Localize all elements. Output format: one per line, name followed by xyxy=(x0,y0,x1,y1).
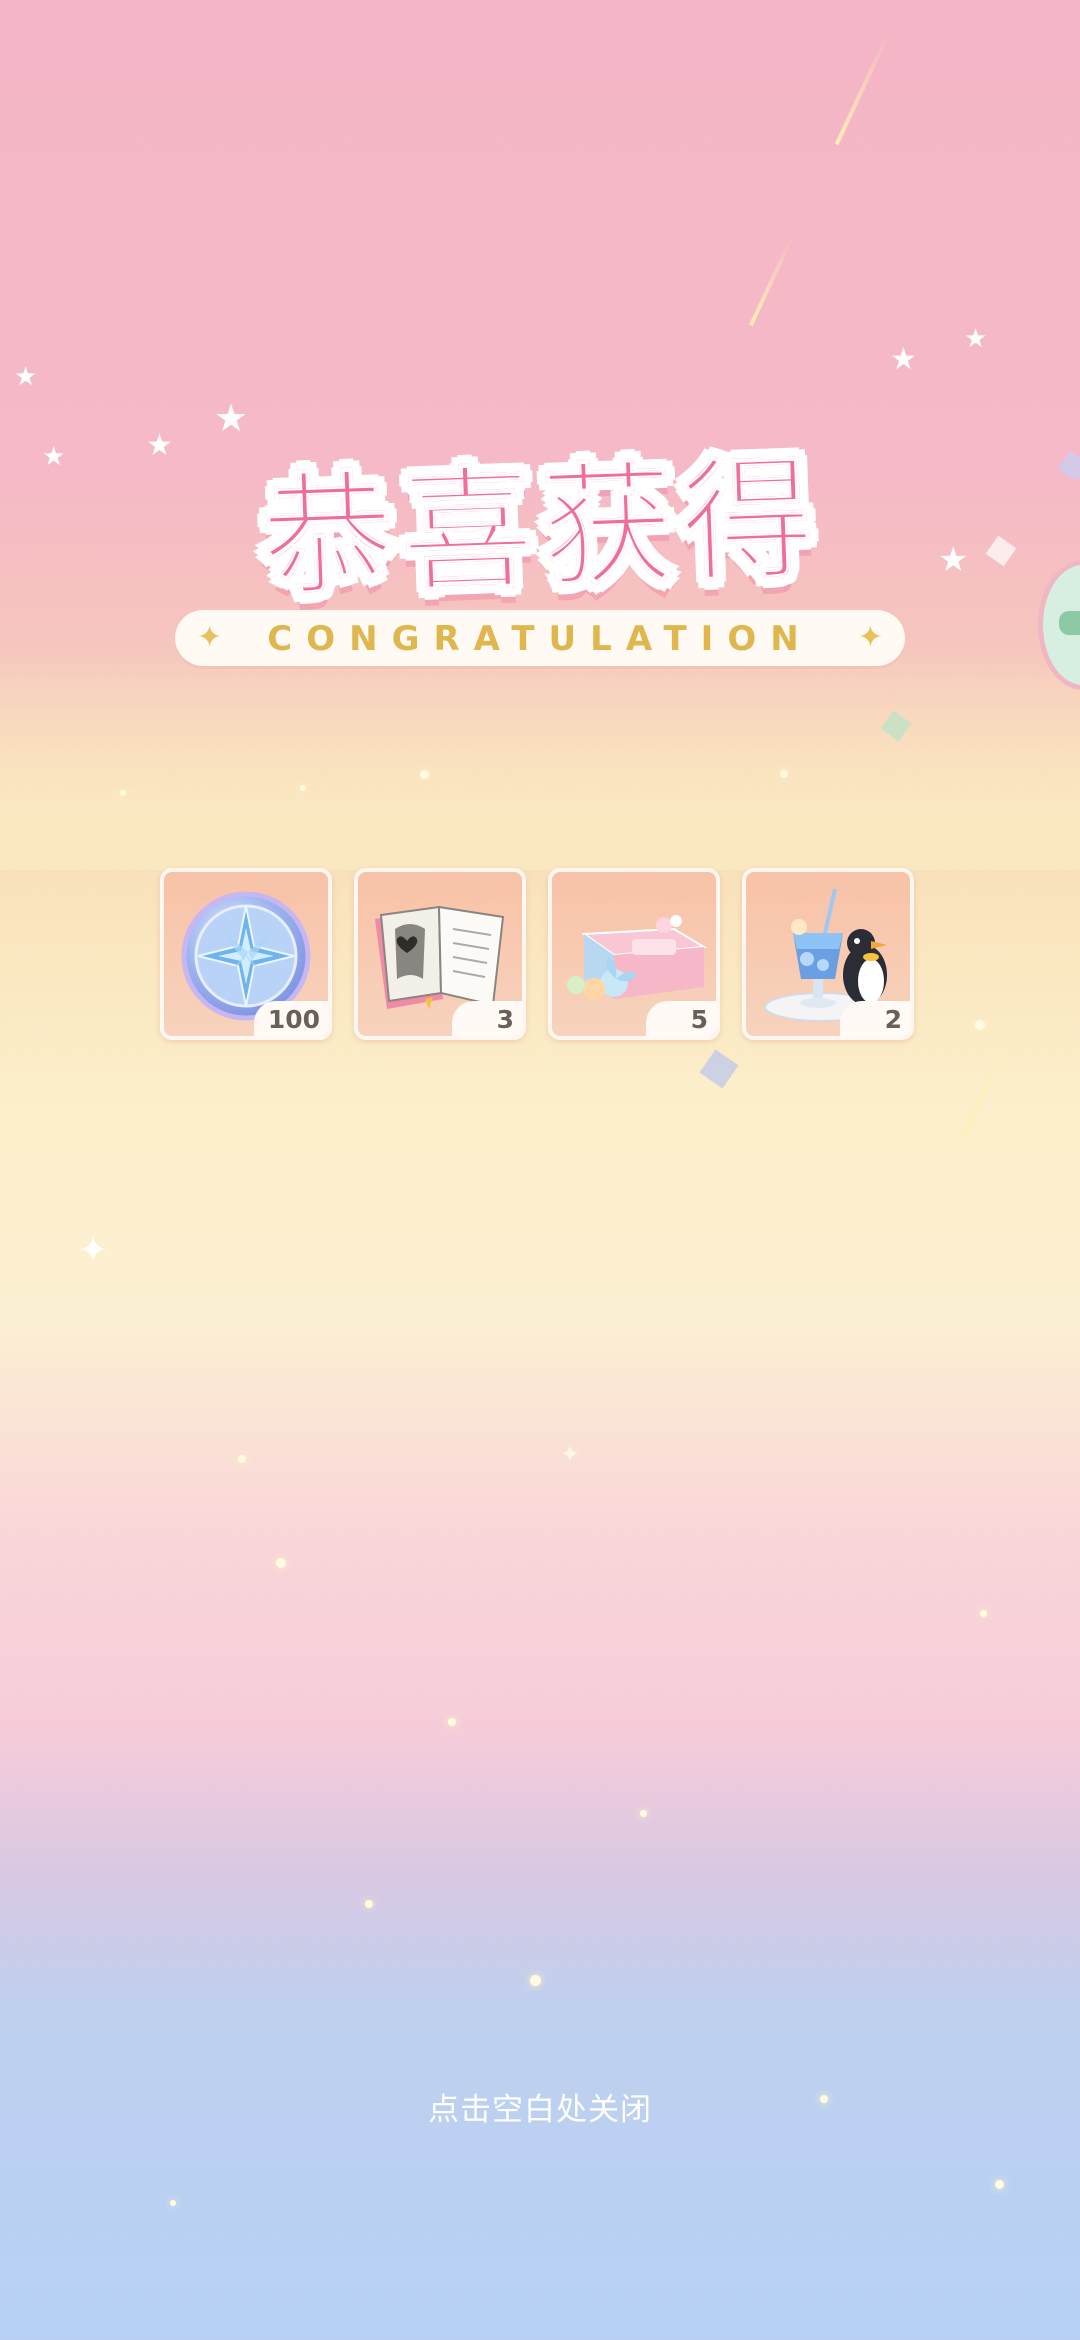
reward-item[interactable]: 2 xyxy=(742,868,914,1040)
star-sparkle-icon: ★ xyxy=(964,324,988,354)
item-count: 5 xyxy=(646,1001,716,1036)
star-sparkle-icon: ★ xyxy=(14,362,38,392)
star-sparkle-icon: ★ xyxy=(890,342,917,377)
sparkle-icon: ✦ xyxy=(857,620,883,655)
reward-item[interactable]: 100 xyxy=(160,868,332,1040)
reward-item[interactable]: 5 xyxy=(548,868,720,1040)
twinkle-icon: ✦ xyxy=(78,1230,109,1271)
subtitle: CONGRATULATION xyxy=(267,619,813,659)
close-hint-text[interactable]: 点击空白处关闭 xyxy=(0,2084,1080,2129)
reward-list: 100 3 5 2 xyxy=(160,868,914,1040)
subtitle-ribbon: ✦ CONGRATULATION ✦ xyxy=(175,610,905,666)
item-count: 100 xyxy=(253,1001,328,1036)
twinkle-icon: ✦ xyxy=(560,1440,581,1468)
title-banner: 恭喜获得 xyxy=(0,420,1080,617)
item-count: 2 xyxy=(840,1001,910,1036)
item-count: 3 xyxy=(452,1001,522,1036)
page-title: 恭喜获得 xyxy=(257,440,824,617)
reward-popup-background: ★ ★ ★ ★ ★ ★ ★ ✦ ✦ 恭喜获得 ✦ CONGRATULATION … xyxy=(0,0,1080,2340)
reward-item[interactable]: 3 xyxy=(354,868,526,1040)
